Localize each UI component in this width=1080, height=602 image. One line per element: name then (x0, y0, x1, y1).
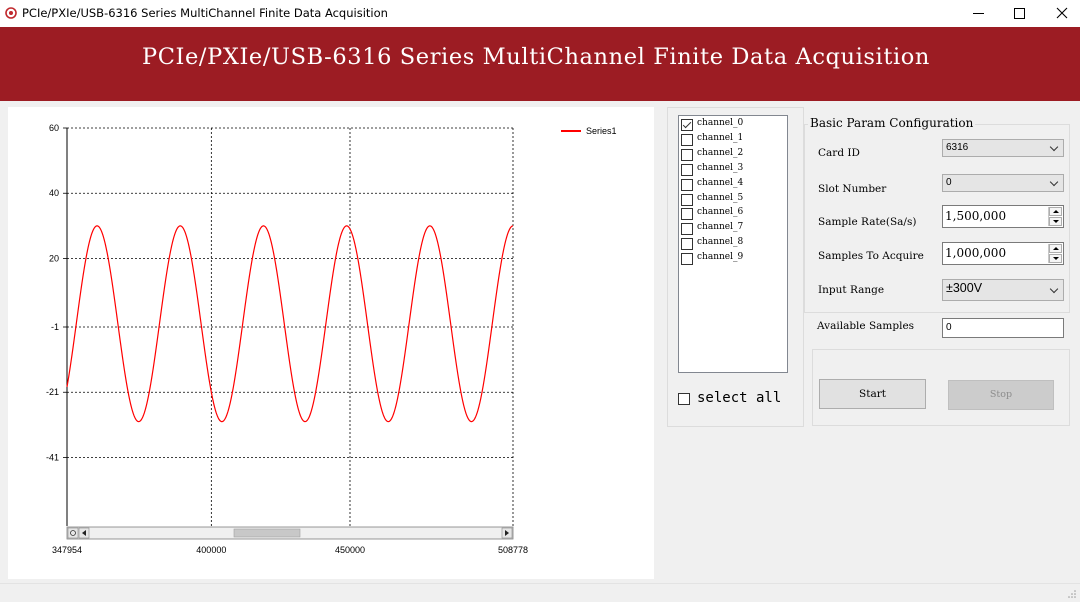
chart-grid (66, 127, 514, 526)
y-tick-label: 40 (49, 188, 59, 198)
channel-label: channel_0 (697, 118, 744, 128)
sample-rate-up-icon[interactable] (1049, 207, 1062, 216)
scrollbar-thumb[interactable] (233, 528, 301, 538)
available-samples-label: Available Samples (817, 320, 915, 332)
samples-to-acquire-spinbox[interactable]: 1,000,000 (942, 242, 1064, 265)
channel-checkbox[interactable] (681, 119, 693, 131)
channel-item-6[interactable]: channel_6 (681, 207, 785, 222)
select-all-checkbox[interactable]: select all (678, 390, 798, 408)
samples-to-acquire-value: 1,000,000 (945, 246, 1007, 260)
channel-list[interactable]: channel_0 channel_1 channel_2 channel_3chan… (678, 115, 788, 373)
channel-label: channel_1 (697, 132, 744, 143)
samples-up-icon[interactable] (1049, 244, 1062, 253)
y-tick-label: -41 (46, 452, 59, 462)
channel-checkbox[interactable] (681, 253, 693, 266)
channel-checkbox[interactable] (681, 178, 693, 191)
chart-legend: Series1 (561, 126, 617, 136)
channel-label: channel_6 (697, 207, 744, 218)
chevron-down-icon (1049, 142, 1059, 152)
channel-item-1[interactable]: channel_1 (681, 133, 785, 148)
stop-button[interactable]: Stop (948, 380, 1054, 410)
window-title-bar: PCIe/PXIe/USB-6316 Series MultiChannel F… (0, 0, 1080, 27)
app-logo-icon (5, 7, 17, 19)
chart-axes: 60 40 20 -1 -21 -41 347954 400000 450000 508778 (46, 123, 528, 555)
chevron-down-icon (1049, 284, 1059, 294)
channel-label: channel_2 (697, 147, 744, 158)
waveform-chart: 60 40 20 -1 -21 -41 347954 400000 450000 508778 S… (46, 123, 617, 555)
channel-label: channel_4 (697, 177, 744, 188)
select-all-checkbox-box[interactable] (678, 393, 690, 405)
resize-grip-icon[interactable] (1067, 589, 1077, 599)
channel-item-3[interactable]: channel_3 (681, 163, 785, 178)
card-id-value: 6316 (946, 142, 969, 153)
input-range-dropdown[interactable]: ±300V (942, 279, 1064, 301)
input-range-label: Input Range (818, 284, 885, 296)
chart-scrollbar[interactable] (66, 526, 514, 540)
channel-item-8[interactable]: channel_8 (681, 237, 785, 252)
channel-checkbox[interactable] (681, 193, 693, 206)
start-button[interactable]: Start (819, 379, 926, 409)
card-id-label: Card ID (818, 147, 860, 159)
y-tick-label: -21 (46, 387, 59, 397)
samples-to-acquire-label: Samples To Acquire (818, 250, 924, 262)
available-samples-value: 0 (946, 322, 952, 333)
sample-rate-spinbox[interactable]: 1,500,000 (942, 205, 1064, 228)
maximize-icon[interactable] (998, 0, 1042, 27)
minimize-icon[interactable] (957, 0, 1001, 27)
channel-label: channel_3 (697, 162, 744, 173)
channel-checkbox[interactable] (681, 133, 693, 146)
channel-item-0[interactable]: channel_0 (681, 118, 785, 133)
channel-item-2[interactable]: channel_2 (681, 148, 785, 163)
input-range-value: ±300V (946, 281, 983, 295)
series-line-0 (66, 225, 514, 423)
window-title: PCIe/PXIe/USB-6316 Series MultiChannel F… (22, 6, 388, 20)
channel-item-5[interactable]: channel_5 (681, 193, 785, 208)
slot-number-dropdown[interactable]: 0 (942, 174, 1064, 192)
x-tick-label: 508778 (498, 545, 528, 555)
status-bar (0, 583, 1080, 602)
channel-label: channel_5 (697, 192, 744, 203)
chart-series-layer (66, 225, 514, 423)
channel-label: channel_8 (697, 237, 744, 248)
channel-label: channel_9 (697, 252, 744, 263)
y-tick-label: 60 (49, 123, 59, 133)
samples-down-icon[interactable] (1049, 254, 1062, 263)
sample-rate-value: 1,500,000 (945, 209, 1007, 223)
channel-item-7[interactable]: channel_7 (681, 222, 785, 237)
banner-title: PCIe/PXIe/USB-6316 Series MultiChannel F… (141, 44, 931, 70)
card-id-dropdown[interactable]: 6316 (942, 139, 1064, 157)
channel-checkbox[interactable] (681, 163, 693, 176)
x-tick-label: 347954 (52, 545, 82, 555)
channel-checkbox[interactable] (681, 208, 693, 221)
basic-param-group-title: Basic Param Configuration (808, 116, 976, 130)
slot-number-label: Slot Number (818, 183, 887, 195)
header-banner: PCIe/PXIe/USB-6316 Series MultiChannel F… (0, 27, 1080, 101)
close-icon[interactable] (1040, 0, 1080, 27)
channel-checkbox[interactable] (681, 223, 693, 236)
sample-rate-down-icon[interactable] (1049, 217, 1062, 226)
y-tick-label: 20 (49, 253, 59, 263)
select-all-label: select all (697, 390, 782, 406)
slot-number-value: 0 (946, 177, 952, 188)
x-tick-label: 400000 (196, 545, 226, 555)
channel-checkbox[interactable] (681, 238, 693, 251)
channel-item-4[interactable]: channel_4 (681, 178, 785, 193)
available-samples-field[interactable]: 0 (942, 318, 1064, 338)
chevron-down-icon (1049, 177, 1059, 187)
sample-rate-label: Sample Rate(Sa/s) (818, 216, 917, 228)
zoom-reset-button[interactable] (67, 527, 79, 539)
channel-label: channel_7 (697, 222, 744, 233)
waveform-chart-panel: 60 40 20 -1 -21 -41 347954 400000 450000 508778 S… (8, 107, 654, 579)
channel-checkbox[interactable] (681, 148, 693, 161)
y-tick-label: -1 (51, 322, 59, 332)
channel-item-9[interactable]: channel_9 (681, 252, 785, 267)
x-tick-label: 450000 (335, 545, 365, 555)
legend-label: Series1 (586, 126, 617, 136)
